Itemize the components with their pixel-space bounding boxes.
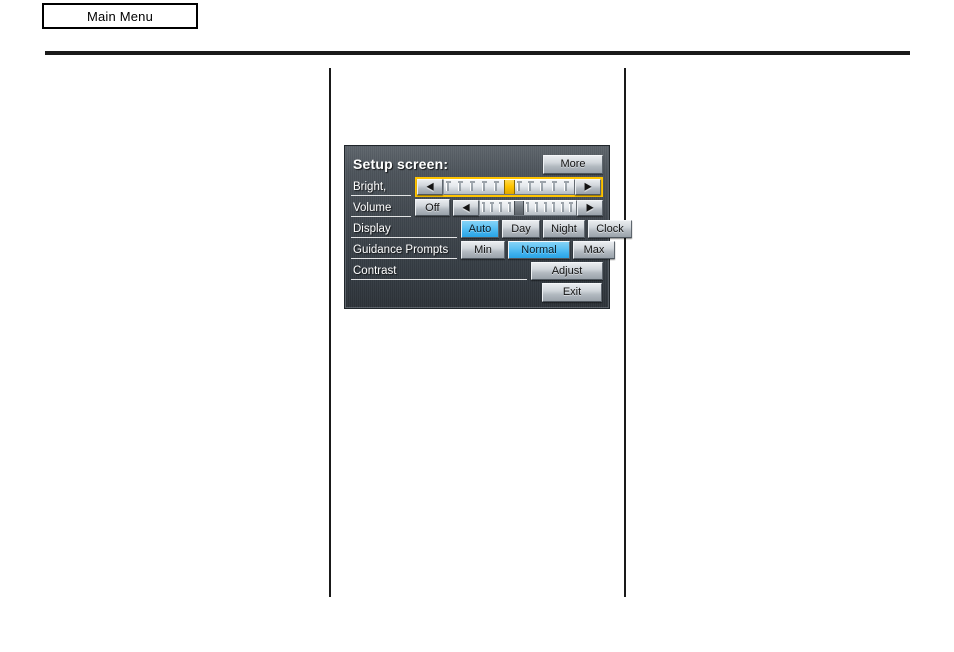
brightness-tick[interactable] xyxy=(562,180,574,194)
setup-screen-title-row: Setup screen: More xyxy=(351,152,603,176)
brightness-tick[interactable] xyxy=(444,180,456,194)
brightness-tick[interactable] xyxy=(526,180,538,194)
volume-off-button[interactable]: Off xyxy=(415,199,450,216)
brightness-tick[interactable] xyxy=(538,180,550,194)
row-contrast: Contrast Adjust xyxy=(351,260,603,281)
brightness-increase-button[interactable]: ▶ xyxy=(575,178,601,195)
display-label: Display xyxy=(351,218,459,239)
row-brightness: Bright, ◀ ▶ xyxy=(351,176,603,197)
volume-tick[interactable] xyxy=(497,201,506,215)
navigation-setup-screen: Setup screen: More Bright, ◀ ▶ Volume Of… xyxy=(344,145,632,309)
volume-tick[interactable] xyxy=(506,201,515,215)
volume-tick[interactable] xyxy=(550,201,559,215)
brightness-tick[interactable] xyxy=(550,180,562,194)
contrast-adjust-button[interactable]: Adjust xyxy=(531,261,603,280)
brightness-label: Bright, xyxy=(351,176,413,197)
brightness-tick[interactable] xyxy=(480,180,492,194)
volume-tick[interactable] xyxy=(480,201,489,215)
row-exit: Exit xyxy=(351,281,603,303)
page-title: Setup screen: xyxy=(353,156,449,172)
volume-increase-button[interactable]: ▶ xyxy=(577,199,603,216)
guidance-option-group: Min Normal Max xyxy=(461,240,615,259)
volume-tick[interactable] xyxy=(567,201,576,215)
brightness-decrease-button[interactable]: ◀ xyxy=(417,178,443,195)
triangle-left-icon: ◀ xyxy=(462,201,470,213)
volume-track[interactable] xyxy=(478,199,577,216)
exit-button[interactable]: Exit xyxy=(542,282,602,302)
volume-label: Volume xyxy=(351,197,413,218)
brightness-tick[interactable] xyxy=(456,180,468,194)
guidance-option-max[interactable]: Max xyxy=(573,240,615,259)
guidance-prompts-label: Guidance Prompts xyxy=(351,239,459,260)
volume-cursor[interactable] xyxy=(514,200,525,215)
content-column-rule-right xyxy=(624,68,626,597)
row-volume: Volume Off ◀ ▶ xyxy=(351,197,603,218)
volume-tick[interactable] xyxy=(559,201,568,215)
more-button[interactable]: More xyxy=(543,154,603,174)
brightness-tick[interactable] xyxy=(515,180,527,194)
brightness-cursor[interactable] xyxy=(503,179,515,194)
content-column-rule-left xyxy=(329,68,331,597)
volume-slider[interactable]: ◀ ▶ xyxy=(452,199,603,217)
volume-tick[interactable] xyxy=(524,201,533,215)
triangle-left-icon: ◀ xyxy=(426,180,434,192)
triangle-right-icon: ▶ xyxy=(586,201,594,213)
header-divider xyxy=(45,51,910,55)
display-option-day[interactable]: Day xyxy=(502,219,540,238)
volume-tick[interactable] xyxy=(488,201,497,215)
main-menu-tab-label: Main Menu xyxy=(86,8,154,24)
brightness-tick[interactable] xyxy=(468,180,480,194)
triangle-right-icon: ▶ xyxy=(584,180,592,192)
brightness-tick[interactable] xyxy=(492,180,504,194)
guidance-option-normal[interactable]: Normal xyxy=(508,240,570,259)
display-option-auto[interactable]: Auto xyxy=(461,219,499,238)
volume-tick[interactable] xyxy=(533,201,542,215)
main-menu-tab[interactable]: Main Menu xyxy=(42,3,198,29)
volume-decrease-button[interactable]: ◀ xyxy=(452,199,479,216)
row-guidance-prompts: Guidance Prompts Min Normal Max xyxy=(351,239,615,260)
guidance-option-min[interactable]: Min xyxy=(461,240,505,259)
row-display: Display Auto Day Night Clock xyxy=(351,218,632,239)
display-option-group: Auto Day Night Clock xyxy=(461,219,632,238)
display-option-night[interactable]: Night xyxy=(543,219,585,238)
display-option-clock[interactable]: Clock xyxy=(588,219,632,238)
contrast-label: Contrast xyxy=(351,260,529,281)
brightness-slider[interactable]: ◀ ▶ xyxy=(415,176,603,197)
volume-tick[interactable] xyxy=(542,201,551,215)
brightness-track[interactable] xyxy=(443,178,575,195)
